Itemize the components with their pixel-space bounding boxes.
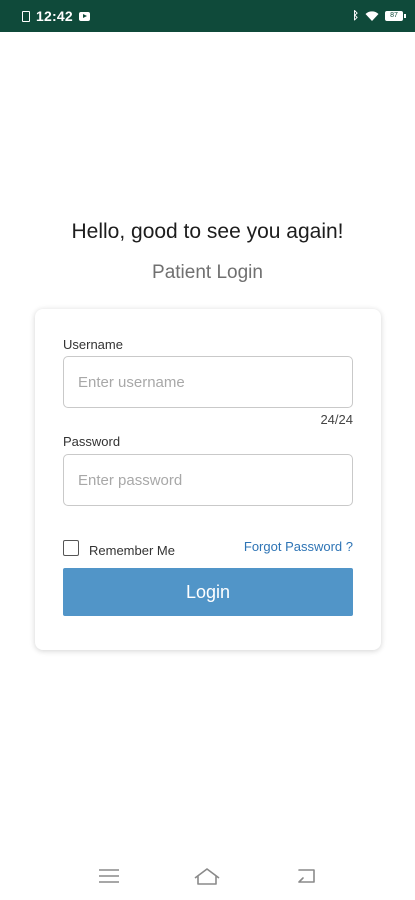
menu-button[interactable] [95, 864, 123, 888]
greeting-heading: Hello, good to see you again! [71, 220, 344, 243]
status-right: ᛒ 87 [352, 9, 406, 22]
menu-icon [99, 869, 120, 883]
password-input[interactable] [63, 454, 353, 506]
back-button[interactable] [292, 864, 320, 888]
system-nav-bar [0, 858, 415, 894]
login-button[interactable]: Login [63, 568, 353, 616]
youtube-icon [78, 11, 90, 21]
remember-me-label: Remember Me [89, 543, 175, 558]
username-input[interactable] [63, 356, 353, 408]
remember-me-checkbox[interactable] [63, 539, 79, 556]
back-icon [298, 869, 315, 883]
sim-icon [22, 10, 30, 22]
page-subtitle: Patient Login [152, 262, 263, 283]
username-label: Username [63, 337, 123, 352]
battery-icon: 87 [385, 11, 406, 21]
status-left: 12:42 [22, 8, 90, 24]
home-button[interactable] [193, 864, 221, 888]
status-bar: 12:42 ᛒ 87 [0, 0, 415, 32]
home-icon [195, 868, 220, 885]
login-card: Username 24/24 Password Remember Me Forg… [35, 309, 381, 650]
bluetooth-icon: ᛒ [352, 9, 359, 22]
username-char-counter: 24/24 [320, 412, 353, 427]
wifi-icon [365, 11, 379, 21]
status-time: 12:42 [36, 8, 73, 24]
password-label: Password [63, 434, 121, 449]
forgot-password-link[interactable]: Forgot Password ? [244, 539, 353, 554]
remember-me-row[interactable]: Remember Me [63, 537, 175, 558]
